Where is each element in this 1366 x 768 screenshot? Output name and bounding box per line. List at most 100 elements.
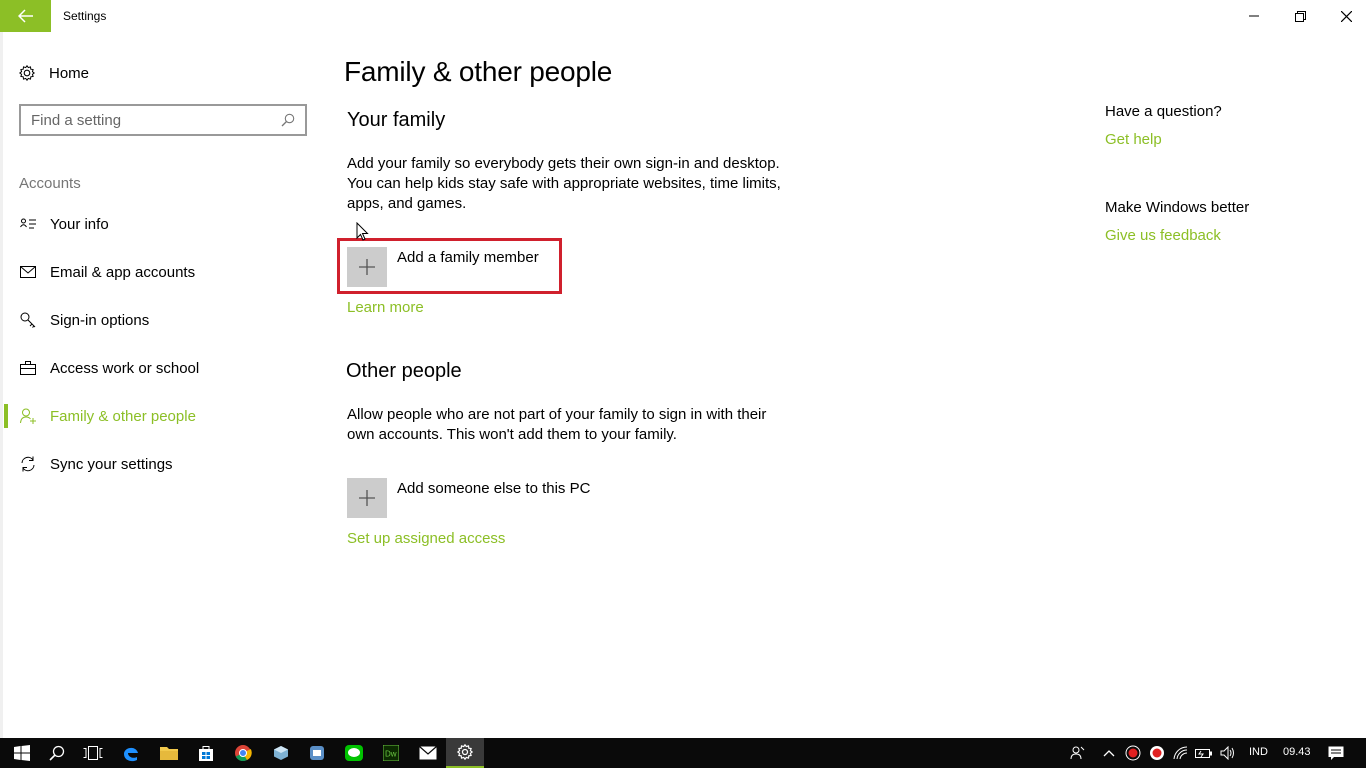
mail-icon — [19, 263, 37, 281]
cube-app-icon — [274, 746, 288, 760]
record-icon — [1125, 745, 1141, 761]
learn-more-link[interactable]: Learn more — [347, 299, 424, 316]
sidebar-item-family-other-people[interactable]: Family & other people — [19, 405, 196, 427]
folder-icon — [160, 747, 178, 760]
back-arrow-icon — [17, 9, 33, 23]
record-tray-icon[interactable] — [1122, 738, 1144, 768]
window-edge — [0, 32, 3, 738]
assigned-access-link[interactable]: Set up assigned access — [347, 530, 505, 547]
sidebar-item-label: Sync your settings — [50, 455, 173, 473]
antivirus-tray-icon[interactable] — [1146, 738, 1168, 768]
sidebar-item-label: Email & app accounts — [50, 263, 196, 281]
get-help-link[interactable]: Get help — [1105, 131, 1162, 148]
add-someone-else-button[interactable]: Add someone else to this PC — [347, 478, 590, 518]
your-family-title: Your family — [347, 109, 446, 131]
battery-icon — [1195, 749, 1212, 758]
search-input[interactable] — [31, 111, 281, 129]
notification-icon — [1328, 746, 1344, 760]
sidebar-item-sync-settings[interactable]: Sync your settings — [19, 453, 173, 475]
taskbar: Dw IND 09.43 — [0, 738, 1366, 768]
windows-logo-icon — [14, 745, 30, 761]
input-language[interactable]: IND — [1249, 746, 1268, 758]
mail-icon — [419, 746, 437, 760]
give-feedback-link[interactable]: Give us feedback — [1105, 227, 1221, 244]
search-icon — [281, 113, 295, 127]
briefcase-icon — [19, 359, 37, 377]
sidebar-item-label: Your info — [50, 215, 109, 233]
page-title: Family & other people — [344, 56, 613, 87]
active-indicator — [4, 404, 8, 428]
sync-icon — [19, 455, 37, 473]
sidebar-item-sign-in-options[interactable]: Sign-in options — [19, 309, 149, 331]
search-icon — [49, 745, 65, 761]
network-tray-icon[interactable] — [1170, 738, 1192, 768]
sidebar-item-label: Family & other people — [50, 407, 196, 425]
sidebar-item-label: Sign-in options — [50, 311, 150, 329]
shield-app-icon — [1150, 746, 1164, 760]
store-bag-icon — [199, 746, 213, 761]
search-box[interactable] — [19, 104, 307, 136]
plus-icon — [359, 490, 375, 506]
gear-icon — [19, 65, 35, 81]
sidebar-item-label: Access work or school — [50, 359, 200, 377]
app-cube-taskbar-icon[interactable] — [262, 738, 300, 768]
sidebar-item-email-app-accounts[interactable]: Email & app accounts — [19, 261, 195, 283]
contact-card-icon — [19, 215, 37, 233]
add-someone-else-label: Add someone else to this PC — [397, 480, 591, 497]
battery-tray-icon[interactable] — [1193, 738, 1215, 768]
edge-taskbar-icon[interactable] — [112, 738, 150, 768]
wifi-icon — [1173, 746, 1188, 760]
make-windows-better-heading: Make Windows better — [1105, 199, 1250, 216]
sidebar-item-your-info[interactable]: Your info — [19, 213, 109, 235]
svg-text:Dw: Dw — [385, 750, 397, 759]
home-nav[interactable]: Home — [19, 62, 89, 84]
close-icon — [1340, 10, 1352, 22]
speaker-icon — [1220, 746, 1234, 760]
chevron-up-icon — [1103, 750, 1115, 757]
chat-bubble-icon — [345, 745, 363, 761]
back-button[interactable] — [0, 0, 51, 32]
app-window-icon — [310, 746, 324, 760]
people-tray-icon[interactable] — [1066, 738, 1090, 768]
start-button[interactable] — [2, 738, 42, 768]
highlight-annotation — [337, 238, 562, 294]
person-add-icon — [19, 407, 37, 425]
dreamweaver-icon: Dw — [383, 745, 399, 761]
app-window-taskbar-icon[interactable] — [298, 738, 336, 768]
other-people-description: Allow people who are not part of your fa… — [347, 406, 767, 443]
volume-tray-icon[interactable] — [1216, 738, 1240, 768]
minimize-icon — [1249, 15, 1259, 17]
mail-taskbar-icon[interactable] — [409, 738, 447, 768]
task-view-icon — [83, 746, 103, 760]
settings-taskbar-icon[interactable] — [446, 738, 484, 768]
edge-icon — [124, 747, 138, 762]
line-chat-taskbar-icon[interactable] — [335, 738, 373, 768]
restore-icon — [1294, 10, 1306, 22]
restore-button[interactable] — [1277, 0, 1323, 32]
show-hidden-icons-button[interactable] — [1098, 738, 1120, 768]
clock-time[interactable]: 09.43 — [1283, 746, 1311, 758]
chrome-taskbar-icon[interactable] — [224, 738, 262, 768]
gear-icon — [457, 744, 473, 760]
people-icon — [1070, 746, 1085, 760]
key-icon — [19, 311, 37, 329]
minimize-button[interactable] — [1231, 0, 1277, 32]
window-title: Settings — [63, 9, 107, 23]
file-explorer-taskbar-icon[interactable] — [150, 738, 188, 768]
chrome-icon — [235, 745, 252, 762]
sidebar-item-access-work-school[interactable]: Access work or school — [19, 357, 199, 379]
close-button[interactable] — [1323, 0, 1366, 32]
plus-tile — [347, 478, 387, 518]
question-heading: Have a question? — [1105, 103, 1222, 120]
action-center-button[interactable] — [1324, 738, 1348, 768]
dreamweaver-taskbar-icon[interactable]: Dw — [372, 738, 410, 768]
title-bar: Settings — [0, 0, 1366, 32]
mouse-pointer-icon — [356, 222, 369, 241]
task-view-button[interactable] — [74, 738, 112, 768]
section-header: Accounts — [19, 175, 81, 192]
store-taskbar-icon[interactable] — [187, 738, 225, 768]
your-family-description: Add your family so everybody gets their … — [347, 155, 781, 212]
other-people-title: Other people — [346, 360, 462, 382]
home-label: Home — [49, 64, 90, 82]
search-taskbar-button[interactable] — [38, 738, 76, 768]
